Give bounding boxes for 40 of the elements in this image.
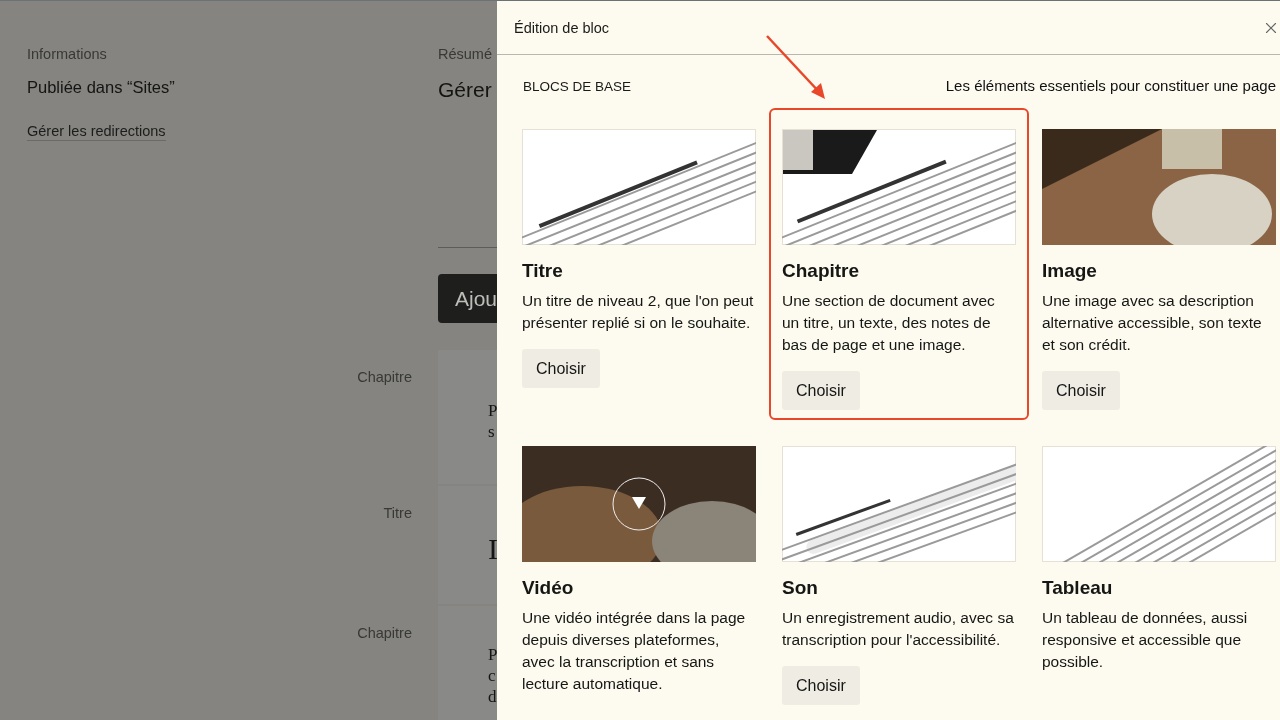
block-type-label: Chapitre [356,624,412,643]
block-card[interactable]: Tableau Un tableau de données, aussi responsive et accessible que possible. [1029,425,1280,715]
choose-button[interactable]: Choisir [522,349,600,388]
block-text: I [488,536,497,562]
block-title: Tableau [1042,577,1113,599]
choose-button[interactable]: Choisir [1042,371,1120,410]
choose-button[interactable]: Choisir [782,371,860,410]
block-text: P [488,644,497,665]
block-type-label: Titre [382,504,412,523]
block-description: Un tableau de données, aussi responsive et accessible que possible. [1042,608,1249,672]
add-button[interactable]: Ajou [438,274,497,323]
block-type-label: Chapitre [356,368,412,387]
block-title: Image [1042,260,1097,282]
section-label: Informations [27,46,108,64]
play-icon [612,477,666,531]
block-description: Un enregistrement audio, avec sa transcription pour l'accessibilité. [782,608,1015,650]
publication-status: Publiée dans “Sites” [27,78,176,98]
block-title: Chapitre [782,260,860,282]
block-title: Titre [522,260,563,282]
block-title: Vidéo [522,577,574,599]
dialog-title: Édition de bloc [514,19,610,36]
block-text: d [488,686,497,707]
annotation-arrow [765,34,827,101]
block-card[interactable]: Titre Un titre de niveau 2, que l'on peut présenter replié si on le souhaite. Choisir [509,108,769,420]
block-text: s [488,421,496,442]
section-label: Résumé [438,46,493,64]
block-title: Son [782,577,818,599]
summary-title: Gérer [438,78,493,102]
block-card[interactable]: Vidéo Une vidéo intégrée dans la page depuis diverses plateformes, avec la transcription et sans lecture automatique. [509,425,769,715]
section-heading: BLOCS DE BASE [523,79,632,94]
block-description: Une image avec sa description alternative accessible, son texte et son crédit. [1042,291,1263,355]
choose-button[interactable]: Choisir [782,666,860,705]
block-description: Un titre de niveau 2, que l'on peut présenter replié si on le souhaite. [522,291,755,333]
block-description: Une section de document avec un titre, un texte, des notes de bas de page et une image. [782,291,996,355]
section-description: Les éléments essentiels pour constituer une page [945,77,1276,94]
block-description: Une vidéo intégrée dans la page depuis diverses plateformes, avec la transcription et sans lecture automatique. [522,608,747,694]
block-card[interactable]: Image Une image avec sa description alternative accessible, son texte et son crédit. Choisir [1029,108,1280,420]
block-text: P [488,400,497,421]
block-text: c [488,665,497,686]
redirects-link[interactable]: Gérer les redirections [27,123,166,141]
